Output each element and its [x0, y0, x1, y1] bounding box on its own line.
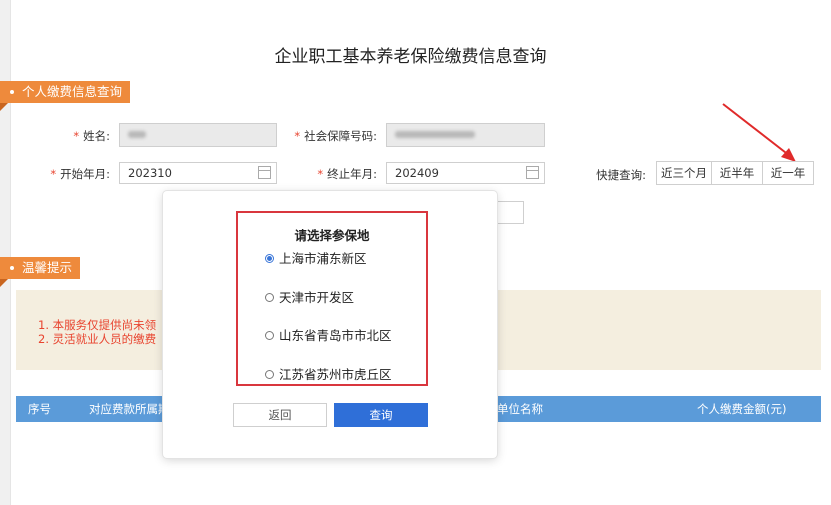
query-button[interactable]: 查询: [334, 403, 428, 427]
location-option-3[interactable]: 山东省青岛市市北区: [265, 325, 392, 344]
option-label: 江苏省苏州市虎丘区: [279, 367, 392, 382]
location-option-1[interactable]: 上海市浦东新区: [265, 248, 367, 267]
location-option-4[interactable]: 江苏省苏州市虎丘区: [265, 364, 392, 383]
option-label: 天津市开发区: [279, 290, 355, 305]
radio-icon[interactable]: [265, 370, 274, 379]
option-label: 山东省青岛市市北区: [279, 328, 392, 343]
dialog-title: 请选择参保地: [294, 228, 370, 243]
radio-icon[interactable]: [265, 331, 274, 340]
option-label: 上海市浦东新区: [279, 251, 367, 266]
back-button[interactable]: 返回: [233, 403, 327, 427]
location-option-2[interactable]: 天津市开发区: [265, 287, 354, 306]
radio-icon[interactable]: [265, 293, 274, 302]
radio-selected-icon[interactable]: [265, 254, 274, 263]
